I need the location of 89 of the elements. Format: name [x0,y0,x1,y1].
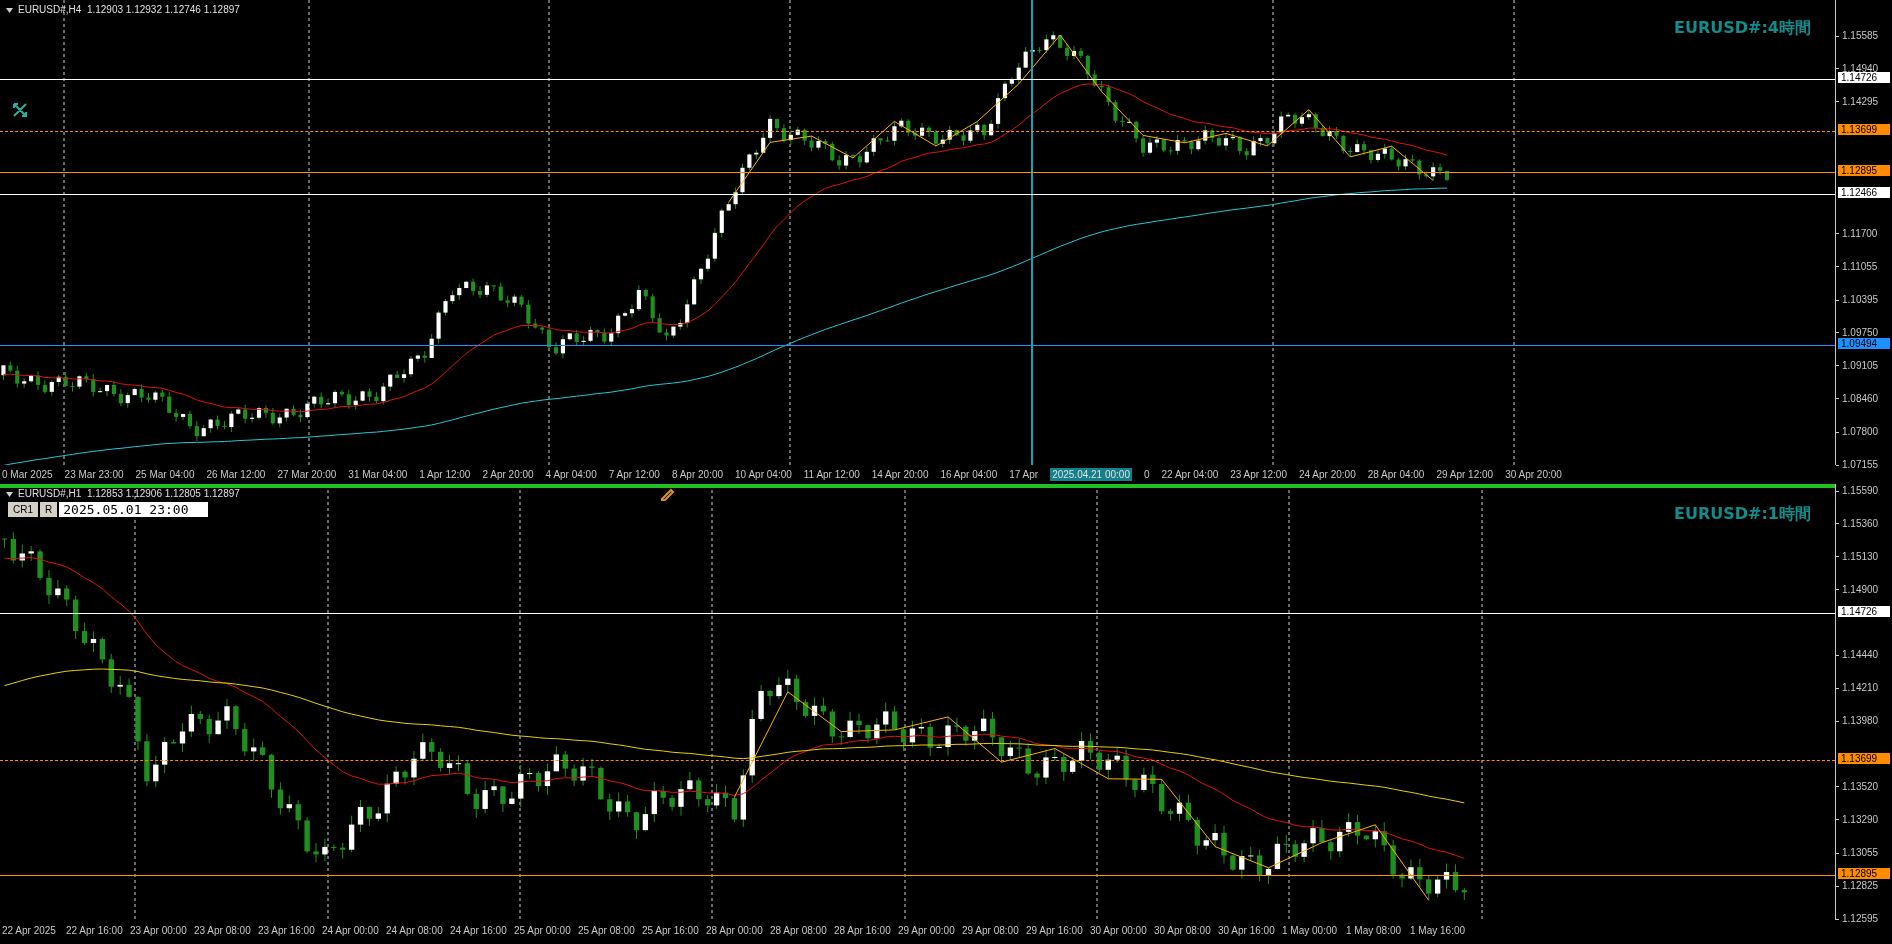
price-tag: 1.13699 [1838,753,1890,765]
price-tag: 1.12466 [1838,186,1890,198]
time-label: 28 Apr 16:00 [834,926,890,936]
time-label: 30 Apr 00:00 [1090,926,1146,936]
price-label: 1.13055 [1842,848,1879,859]
price-label: 1.15130 [1842,551,1879,562]
dropdown-triangle-icon[interactable] [6,7,13,13]
time-label: 1 Apr 12:00 [419,469,471,480]
time-label: 25 Mar 04:00 [135,469,195,480]
pencil-icon[interactable] [660,487,676,501]
price-tag: 1.09494 [1838,337,1890,349]
time-label: 24 Apr 16:00 [450,926,506,936]
time-label: 28 Apr 04:00 [1367,469,1425,480]
time-label: 28 Apr 00:00 [706,926,762,936]
price-tag: 1.14726 [1838,606,1890,618]
time-label: 14 Apr 20:00 [871,469,929,480]
price-label: 1.13520 [1842,781,1879,792]
symbol-info: EURUSD#,H4 1.12903 1.12932 1.12746 1.12897 [18,5,240,15]
price-label: 1.12595 [1842,914,1879,924]
time-label: 24 Apr 00:00 [322,926,378,936]
time-label: 10 Apr 04:00 [735,469,792,480]
time-label: 1 May 16:00 [1410,926,1466,936]
time-label: 0 Mar 2025 [2,469,53,480]
time-label: 1 May 08:00 [1346,926,1402,936]
time-label: 22 Apr 16:00 [66,926,122,936]
time-label: 23 Apr 16:00 [258,926,314,936]
time-label: 4 Apr 04:00 [545,469,597,480]
price-label: 1.09105 [1842,360,1879,371]
price-label: 1.08460 [1842,393,1879,404]
price-label: 1.09750 [1842,327,1879,338]
time-label: 29 Apr 00:00 [898,926,954,936]
time-label: 24 Apr 08:00 [386,926,442,936]
price-label: 1.13290 [1842,814,1879,825]
price-label: 1.14900 [1842,584,1879,595]
time-label: 17 Apr [1009,469,1039,480]
time-label: 26 Mar 12:00 [206,469,266,480]
time-label: 23 Apr 08:00 [194,926,250,936]
price-tag: 1.12895 [1838,164,1890,176]
time-label: 27 Mar 20:00 [277,469,337,480]
price-label: 1.14210 [1842,683,1879,694]
time-label: 29 Apr 12:00 [1436,469,1494,480]
toolbar-button[interactable]: R [40,502,58,517]
time-label: 16 Apr 04:00 [940,469,998,480]
time-label: 23 Apr 00:00 [130,926,186,936]
price-label: 1.14440 [1842,650,1879,661]
time-label: 8 Apr 20:00 [671,469,724,480]
time-label: 25 Apr 16:00 [642,926,698,936]
time-label: 30 Apr 16:00 [1218,926,1274,936]
price-label: 1.14940 [1842,63,1879,74]
price-tag: 1.12895 [1838,868,1890,880]
time-label: 23 Apr 12:00 [1230,469,1287,480]
time-label: 11 Apr 12:00 [803,469,860,480]
time-label: 2 Apr 20:00 [482,469,534,480]
time-label: 31 Mar 04:00 [348,469,408,480]
price-label: 1.12825 [1842,881,1879,892]
cursor-time-label: 2025.04.21 00:00 [1050,468,1132,481]
price-label: 1.15590 [1842,486,1879,496]
chart-title: EURUSD#:4時間 [1674,17,1811,39]
symbol-info: EURUSD#,H1 1.12853 1.12906 1.12805 1.12897 [18,489,240,499]
time-label: 30 Apr 08:00 [1154,926,1210,936]
price-tag: 1.14726 [1838,71,1890,83]
price-label: 1.10395 [1842,295,1879,306]
time-label: 29 Apr 08:00 [962,926,1018,936]
time-label: 22 Apr 2025 [2,926,57,936]
price-label: 1.13980 [1842,716,1879,727]
price-tag: 1.13699 [1838,123,1890,135]
time-label: 1 May 00:00 [1282,926,1338,936]
price-label: 1.07155 [1842,460,1879,470]
time-label: 22 Apr 04:00 [1161,469,1219,480]
time-label: 28 Apr 08:00 [770,926,826,936]
datetime-field[interactable]: 2025.05.01 23:00 [59,502,209,517]
price-label: 1.07800 [1842,427,1879,438]
price-label: 1.11700 [1842,228,1878,239]
toolbar-button[interactable]: CR1 [8,502,38,517]
chart-title: EURUSD#:1時間 [1674,503,1811,525]
time-label: 7 Apr 12:00 [608,469,660,480]
time-label: 0 [1144,469,1150,480]
tools-icon[interactable] [12,102,28,118]
time-label: 23 Mar 23:00 [64,469,124,480]
dropdown-triangle-icon[interactable] [6,491,13,497]
time-label: 29 Apr 16:00 [1026,926,1082,936]
time-label: 24 Apr 20:00 [1299,469,1356,480]
price-label: 1.15585 [1842,31,1879,41]
price-label: 1.14295 [1842,96,1879,107]
price-label: 1.15360 [1842,518,1879,529]
time-label: 25 Apr 08:00 [578,926,634,936]
time-label: 25 Apr 00:00 [514,926,570,936]
time-label: 30 Apr 20:00 [1505,469,1562,480]
price-label: 1.11055 [1842,261,1878,272]
